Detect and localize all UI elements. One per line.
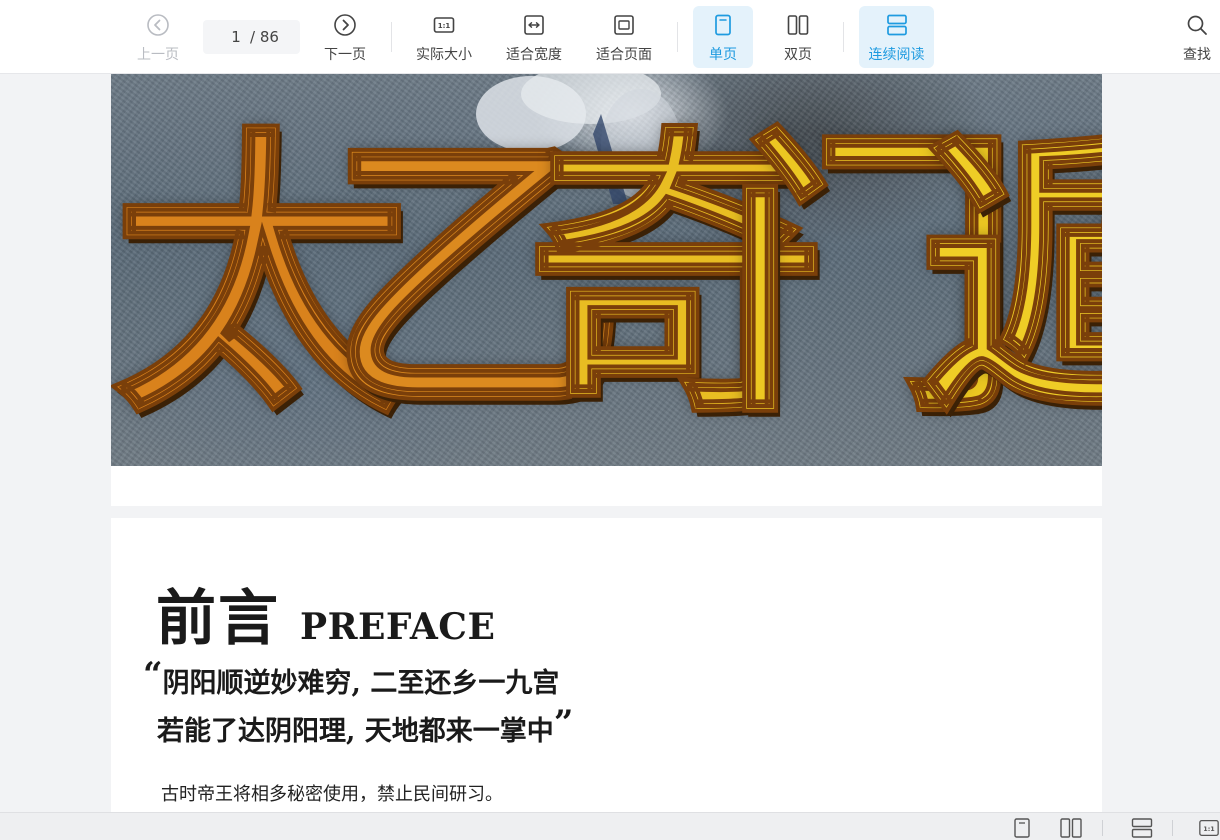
status-continuous-button[interactable] bbox=[1131, 817, 1153, 839]
double-page-label: 双页 bbox=[784, 47, 812, 63]
toolbar-divider bbox=[391, 22, 392, 52]
double-page-icon bbox=[785, 12, 811, 38]
actual-size-label: 实际大小 bbox=[416, 47, 472, 63]
prev-page-label: 上一页 bbox=[137, 47, 179, 63]
preface-title-en: PREFACE bbox=[300, 606, 496, 648]
page-number-input[interactable] bbox=[224, 28, 249, 46]
quote-close-mark: ” bbox=[553, 703, 574, 743]
chevron-left-circle-icon bbox=[145, 12, 171, 38]
continuous-scroll-icon bbox=[1131, 818, 1153, 838]
toolbar-divider bbox=[843, 22, 844, 52]
preface-quote: “阴阳顺逆妙难穷, 二至还乡一九宫 若能了达阴阳理, 天地都来一掌中” bbox=[143, 658, 573, 756]
page-number-box: / 86 bbox=[203, 20, 300, 54]
continuous-reading-label: 连续阅读 bbox=[868, 47, 925, 63]
status-divider bbox=[1172, 820, 1173, 836]
toolbar-divider bbox=[677, 22, 678, 52]
status-single-page-button[interactable] bbox=[1011, 817, 1033, 839]
total-pages: / 86 bbox=[250, 28, 279, 46]
find-button[interactable]: 查找 bbox=[1174, 6, 1220, 68]
status-actual-size-button[interactable]: 1:1 bbox=[1198, 817, 1220, 839]
find-label: 查找 bbox=[1183, 47, 1211, 63]
quote-line-1-text: 阴阳顺逆妙难穷, 二至还乡一九宫 bbox=[162, 668, 560, 699]
document-page-1: 太 乙 奇 门 遁 bbox=[111, 74, 1102, 506]
cover-image: 太 乙 奇 门 遁 bbox=[111, 74, 1102, 466]
reader-toolbar: 上一页 / 86 下一页 1:1 实际大小 适合宽度 适合页面 单页 bbox=[0, 0, 1220, 74]
actual-size-icon: 1:1 bbox=[431, 12, 457, 38]
fit-page-label: 适合页面 bbox=[596, 47, 652, 63]
fit-width-label: 适合宽度 bbox=[506, 47, 562, 63]
single-page-icon bbox=[1014, 818, 1030, 838]
prev-page-button[interactable]: 上一页 bbox=[130, 6, 186, 68]
next-page-label: 下一页 bbox=[324, 47, 366, 63]
quote-line-2: 若能了达阴阳理, 天地都来一掌中” bbox=[143, 706, 573, 756]
actual-size-glyph: 1:1 bbox=[438, 22, 451, 30]
quote-line-1: “阴阳顺逆妙难穷, 二至还乡一九宫 bbox=[143, 658, 573, 708]
chevron-right-circle-icon bbox=[332, 12, 358, 38]
single-page-label: 单页 bbox=[709, 47, 737, 63]
single-page-icon bbox=[710, 12, 736, 38]
continuous-scroll-icon bbox=[884, 12, 910, 38]
preface-heading: 前言 PREFACE bbox=[156, 570, 495, 657]
status-double-page-button[interactable] bbox=[1060, 817, 1082, 839]
continuous-reading-button[interactable]: 连续阅读 bbox=[859, 6, 934, 68]
next-page-button[interactable]: 下一页 bbox=[317, 6, 373, 68]
preface-body-line: 古时帝王将相多秘密使用，禁止民间研习。 bbox=[161, 784, 503, 805]
search-icon bbox=[1184, 12, 1210, 38]
quote-open-mark: “ bbox=[143, 655, 163, 695]
document-page-2: 前言 PREFACE “阴阳顺逆妙难穷, 二至还乡一九宫 若能了达阴阳理, 天地… bbox=[111, 518, 1102, 840]
fit-page-icon bbox=[611, 12, 637, 38]
cover-title-char: 遁 bbox=[917, 100, 1102, 453]
actual-size-button[interactable]: 1:1 实际大小 bbox=[408, 6, 480, 68]
status-divider bbox=[1102, 820, 1103, 836]
fit-page-button[interactable]: 适合页面 bbox=[588, 6, 660, 68]
double-page-button[interactable]: 双页 bbox=[768, 6, 828, 68]
actual-size-icon: 1:1 bbox=[1199, 820, 1219, 836]
status-zoom-glyph: 1:1 bbox=[1203, 825, 1215, 833]
double-page-icon bbox=[1060, 818, 1082, 838]
quote-line-2-text: 若能了达阴阳理, 天地都来一掌中 bbox=[157, 716, 554, 747]
fit-width-button[interactable]: 适合宽度 bbox=[498, 6, 570, 68]
preface-title-cn: 前言 bbox=[156, 584, 280, 654]
single-page-button[interactable]: 单页 bbox=[693, 6, 753, 68]
status-bar: 1:1 bbox=[0, 812, 1220, 840]
fit-width-icon bbox=[521, 12, 547, 38]
